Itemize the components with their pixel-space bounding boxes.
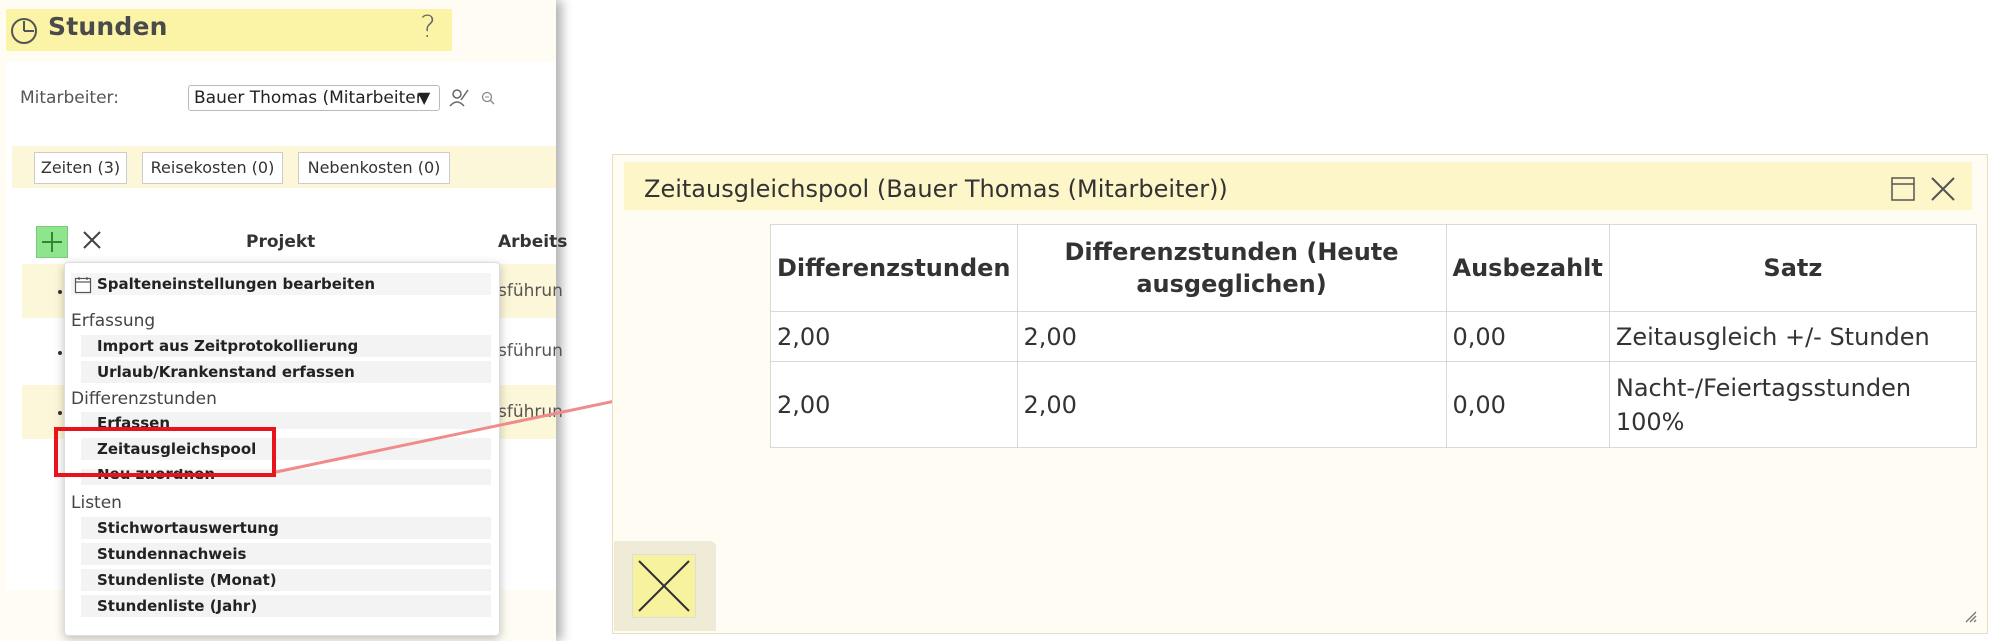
menu-group-erfassung: Erfassung [71, 311, 156, 331]
add-button[interactable] [36, 226, 68, 258]
column-header-projekt[interactable]: Projekt [246, 232, 315, 252]
menu-item-stundennachweis[interactable]: Stundennachweis [81, 543, 491, 565]
dialog-title: Zeitausgleichspool (Bauer Thomas (Mitarb… [644, 175, 1228, 203]
menu-item-import[interactable]: Import aus Zeitprotokollierung [81, 335, 491, 357]
employee-select[interactable]: Bauer Thomas (Mitarbeiter [188, 85, 440, 111]
satz-line: 100% [1615, 407, 1685, 436]
close-icon [638, 560, 690, 612]
close-dialog-button[interactable] [632, 554, 696, 618]
menu-item-stichwortauswertung[interactable]: Stichwortauswertung [81, 517, 491, 539]
employee-label: Mitarbeiter: [20, 88, 119, 108]
column-header-satz[interactable]: Satz [1608, 224, 1977, 312]
column-header-heute-ausgeglichen[interactable]: Differenzstunden (Heute ausgeglichen) [1016, 224, 1447, 312]
zoom-icon[interactable] [480, 90, 496, 106]
row-cell: sführun [498, 402, 563, 422]
header-line: Differenzstunden (Heute [1064, 238, 1399, 266]
cell-differenzstunden: 2,00 [770, 311, 1018, 362]
menu-item-column-settings[interactable]: Spalteneinstellungen bearbeiten [71, 273, 491, 295]
column-header-differenzstunden[interactable]: Differenzstunden [770, 224, 1018, 312]
page-title: Stunden [48, 12, 168, 41]
tab-reisekosten[interactable]: Reisekosten (0) [142, 152, 283, 184]
menu-item-urlaub[interactable]: Urlaub/Krankenstand erfassen [81, 361, 491, 383]
header-line: ausgeglichen) [1136, 270, 1327, 298]
row-bullet [58, 351, 62, 355]
pool-table: Differenzstunden Differenzstunden (Heute… [770, 224, 1977, 448]
close-icon[interactable] [1928, 174, 1958, 204]
cell-ausbezahlt: 0,00 [1445, 361, 1610, 448]
plus-icon [42, 232, 62, 252]
menu-item-stundenliste-jahr[interactable]: Stundenliste (Jahr) [81, 595, 491, 617]
highlight-box [54, 427, 276, 477]
calendar-icon [74, 277, 92, 294]
row-cell: sführun [498, 341, 563, 361]
tab-zeiten[interactable]: Zeiten (3) [34, 152, 127, 184]
row-cell: sführun [498, 281, 563, 301]
column-header-ausbezahlt[interactable]: Ausbezahlt [1445, 224, 1610, 312]
table-row[interactable]: 2,00 2,00 0,00 Nacht-/Feiertagsstunden 1… [770, 361, 1977, 448]
cell-differenzstunden: 2,00 [770, 361, 1018, 448]
help-icon[interactable]: ? [420, 10, 436, 45]
clock-icon [11, 18, 37, 44]
resize-grip-icon[interactable] [1962, 608, 1978, 624]
cell-heute-ausgeglichen: 2,00 [1016, 311, 1447, 362]
cell-ausbezahlt: 0,00 [1445, 311, 1610, 362]
menu-item-stundenliste-monat[interactable]: Stundenliste (Monat) [81, 569, 491, 591]
table-header-row: Differenzstunden Differenzstunden (Heute… [770, 224, 1977, 312]
row-bullet [58, 290, 62, 294]
tab-nebenkosten[interactable]: Nebenkosten (0) [298, 152, 450, 184]
menu-group-differenzstunden: Differenzstunden [71, 389, 217, 409]
dropdown-arrow-icon[interactable]: ▼ [418, 88, 430, 107]
menu-group-listen: Listen [71, 493, 122, 513]
close-icon[interactable] [78, 226, 106, 254]
satz-line: Nacht-/Feiertagsstunden [1615, 373, 1912, 402]
maximize-icon[interactable] [1890, 176, 1916, 202]
column-header-arbeits[interactable]: Arbeits [498, 232, 567, 252]
user-edit-icon[interactable] [448, 86, 470, 110]
cell-heute-ausgeglichen: 2,00 [1016, 361, 1447, 448]
row-bullet [58, 411, 62, 415]
cell-satz: Nacht-/Feiertagsstunden 100% [1608, 361, 1977, 448]
cell-satz: Zeitausgleich +/- Stunden [1608, 311, 1977, 362]
table-row[interactable]: 2,00 2,00 0,00 Zeitausgleich +/- Stunden [770, 311, 1977, 362]
